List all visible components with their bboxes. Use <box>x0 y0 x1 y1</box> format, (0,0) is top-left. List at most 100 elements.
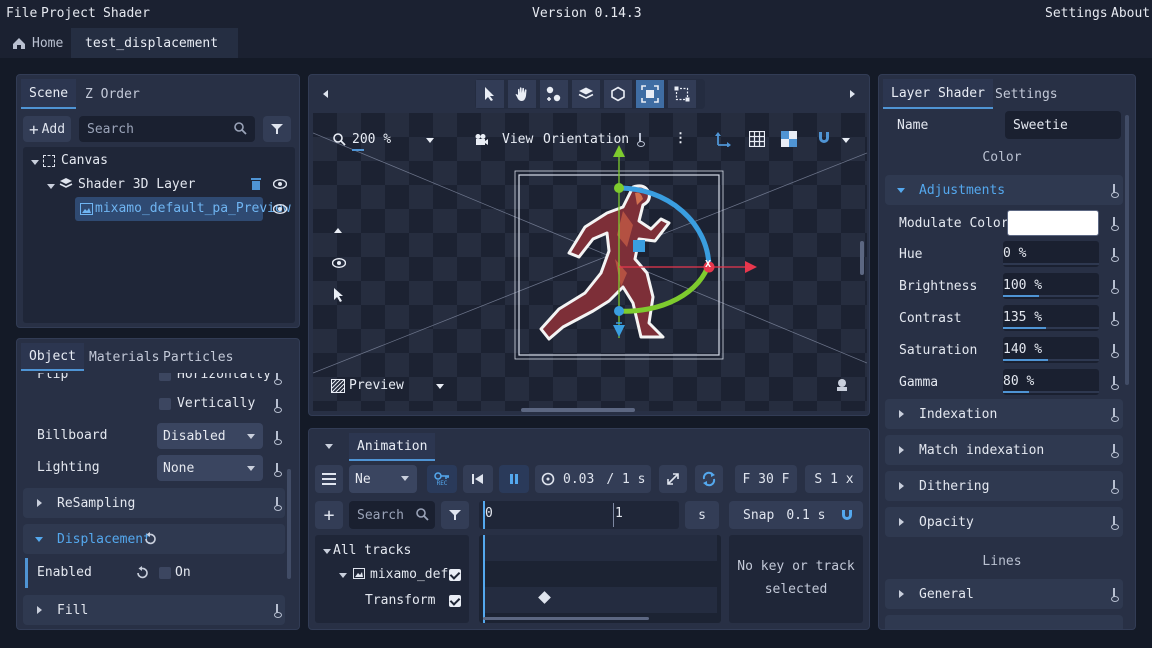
key-icon[interactable] <box>1111 480 1119 494</box>
adjustment-slider[interactable]: 80 % <box>1003 369 1099 395</box>
menu-project[interactable]: Project <box>41 6 96 21</box>
transform-track[interactable]: Transform <box>365 593 435 608</box>
tab-z-order[interactable]: Z Order <box>77 79 148 109</box>
keyframe-area[interactable] <box>479 535 721 623</box>
loop-button[interactable] <box>695 465 723 493</box>
polygon-tool[interactable] <box>604 80 632 108</box>
render-icon[interactable] <box>835 378 849 392</box>
collapse-icon[interactable] <box>323 549 331 554</box>
layer-tool[interactable] <box>572 80 600 108</box>
tab-shader-settings[interactable]: Settings <box>987 79 1066 109</box>
track-filter-button[interactable] <box>441 501 469 529</box>
key-icon[interactable] <box>274 497 282 511</box>
orientation-menu[interactable]: Orientation <box>543 132 629 147</box>
transform-enabled-checkbox[interactable] <box>449 595 461 607</box>
fill-section[interactable]: Fill <box>23 595 285 625</box>
key-icon[interactable] <box>1111 248 1119 262</box>
key-icon[interactable] <box>274 604 282 618</box>
cursor-icon[interactable] <box>333 287 345 303</box>
playhead[interactable] <box>483 501 485 529</box>
transform-gizmo[interactable] <box>313 113 867 411</box>
key-icon[interactable] <box>1111 516 1119 530</box>
chevron-down-icon[interactable] <box>436 384 444 389</box>
billboard-dropdown[interactable]: Disabled <box>157 423 263 449</box>
tab-layer-shader[interactable]: Layer Shader <box>883 79 993 109</box>
magnet-icon[interactable] <box>841 509 853 521</box>
chevron-up-icon[interactable] <box>334 228 342 233</box>
bounding-box-tool[interactable] <box>668 80 696 108</box>
resampling-section[interactable]: ReSampling <box>23 488 285 518</box>
collapse-icon[interactable] <box>47 184 55 189</box>
preview-label[interactable]: Preview <box>349 378 404 393</box>
fps-field[interactable]: F 30 F <box>735 465 797 493</box>
tab-test-displacement[interactable]: test_displacement <box>71 28 238 58</box>
key-icon[interactable] <box>637 133 645 147</box>
key-icon[interactable] <box>1111 312 1119 326</box>
displacement-section[interactable]: Displacement <box>23 524 285 554</box>
flip-vertical-checkbox[interactable] <box>159 398 171 410</box>
key-icon[interactable] <box>1111 217 1119 231</box>
adjustment-slider[interactable]: 0 % <box>1003 241 1099 267</box>
zoom-level[interactable]: 200 % <box>352 132 391 147</box>
match-indexation-section[interactable]: Match indexation <box>885 435 1123 465</box>
magnet-icon[interactable] <box>817 131 831 145</box>
collapse-icon[interactable] <box>31 160 39 165</box>
time-unit-button[interactable]: s <box>685 501 719 529</box>
adjustments-section[interactable]: Adjustments <box>885 175 1123 205</box>
transform-tool[interactable] <box>540 80 568 108</box>
tree-item-shader-layer[interactable]: Shader 3D Layer <box>78 177 195 192</box>
time-field[interactable]: 0.03 / 1 s <box>535 465 651 493</box>
tree-item-sprite[interactable]: mixamo_default_pa_Preview <box>75 197 291 221</box>
speed-field[interactable]: S 1 x <box>805 465 863 493</box>
snap-field[interactable]: Snap 0.1 s <box>729 501 863 529</box>
more-options-icon[interactable]: ⋮ <box>674 131 687 146</box>
collapse-icon[interactable] <box>325 444 333 449</box>
animation-tab[interactable]: Animation <box>349 433 436 461</box>
trash-icon[interactable] <box>251 178 261 190</box>
view-menu[interactable]: View <box>502 132 533 147</box>
fit-timeline-button[interactable] <box>659 465 687 493</box>
visibility-eye-icon[interactable] <box>273 179 287 189</box>
key-icon[interactable] <box>1111 588 1119 602</box>
add-node-button[interactable]: + Add <box>23 116 71 142</box>
tab-object[interactable]: Object <box>21 343 84 371</box>
key-icon[interactable] <box>274 373 282 385</box>
scene-search-input[interactable]: Search <box>79 116 255 142</box>
key-icon[interactable] <box>1111 444 1119 458</box>
add-track-button[interactable]: + <box>315 501 343 529</box>
visibility-eye-icon[interactable] <box>332 258 346 268</box>
animation-select[interactable]: Ne <box>349 465 417 493</box>
filter-button[interactable] <box>263 116 291 142</box>
key-icon[interactable] <box>1111 344 1119 358</box>
lighting-dropdown[interactable]: None <box>157 455 263 481</box>
timeline-ruler[interactable]: 0 1 <box>479 501 679 529</box>
camera-focus-tool[interactable] <box>636 80 664 108</box>
tab-particles[interactable]: Particles <box>155 343 241 371</box>
flip-horizontal-checkbox[interactable] <box>159 373 171 381</box>
key-icon[interactable] <box>1111 408 1119 422</box>
general-section[interactable]: General <box>885 579 1123 609</box>
scroll-right-icon[interactable] <box>850 90 855 98</box>
key-icon[interactable] <box>1111 184 1119 198</box>
camera-icon[interactable] <box>474 133 488 146</box>
tree-item-canvas[interactable]: Canvas <box>61 153 108 168</box>
menu-file[interactable]: File <box>6 6 37 21</box>
scrollbar[interactable] <box>1125 115 1129 385</box>
tab-scene[interactable]: Scene <box>21 79 77 109</box>
select-tool[interactable] <box>476 80 504 108</box>
indexation-section[interactable]: Indexation <box>885 399 1123 429</box>
visibility-eye-icon[interactable] <box>273 204 287 214</box>
key-icon[interactable] <box>1111 280 1119 294</box>
dithering-section[interactable]: Dithering <box>885 471 1123 501</box>
track-enabled-checkbox[interactable] <box>449 569 461 581</box>
go-to-start-button[interactable] <box>463 465 493 493</box>
adjustment-slider[interactable]: 100 % <box>1003 273 1099 299</box>
modulate-color-swatch[interactable] <box>1007 210 1099 236</box>
record-button[interactable]: REC <box>427 465 457 493</box>
pause-button[interactable] <box>499 465 529 493</box>
horizontal-scrollbar[interactable] <box>521 408 635 412</box>
reset-icon[interactable] <box>143 532 157 546</box>
menu-settings[interactable]: Settings <box>1045 6 1108 21</box>
scroll-left-icon[interactable] <box>323 90 328 98</box>
collapse-icon[interactable] <box>339 573 347 578</box>
